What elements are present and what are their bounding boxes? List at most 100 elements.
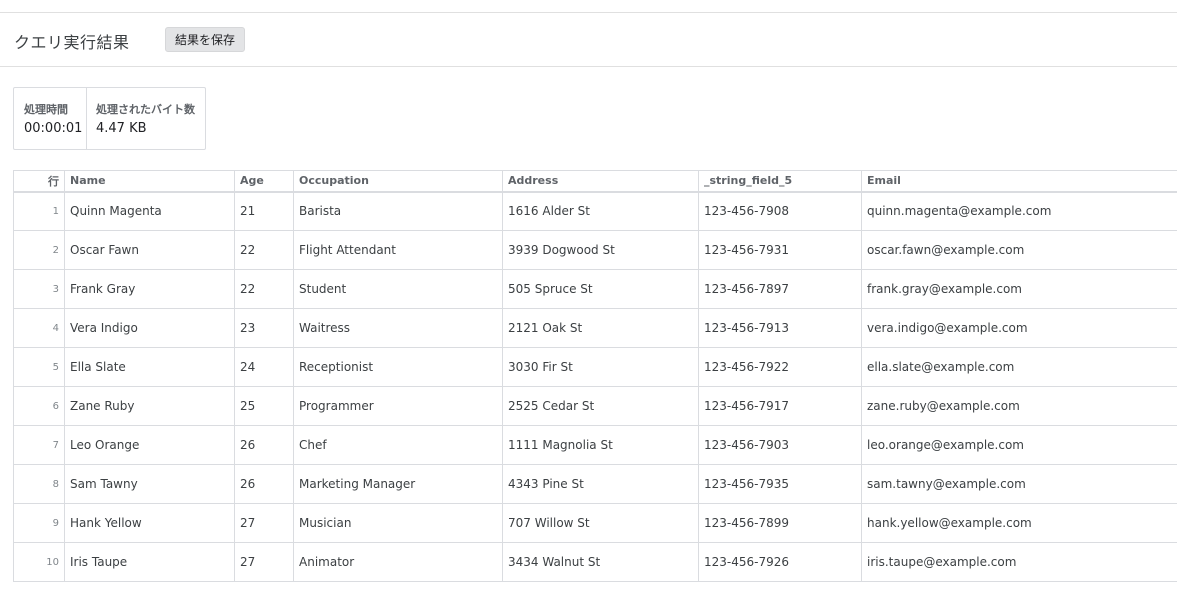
- column-header-name[interactable]: Name: [64, 170, 235, 193]
- occupation-cell: Waitress: [293, 308, 503, 348]
- row-number-cell: 9: [13, 503, 65, 543]
- name-cell: Zane Ruby: [64, 386, 235, 426]
- table-row[interactable]: 3 Frank Gray 22 Student 505 Spruce St 123-456…: [13, 269, 1177, 309]
- address-cell: 3434 Walnut St: [502, 542, 699, 582]
- elapsed-time-label: 処理時間: [24, 103, 68, 116]
- occupation-cell: Musician: [293, 503, 503, 543]
- column-header-string-field-5[interactable]: _string_field_5: [698, 170, 862, 193]
- bytes-processed-stat: 処理されたバイト数 4.47 KB: [86, 88, 205, 149]
- string-field-5-cell: 123-456-7917: [698, 386, 862, 426]
- table-row[interactable]: 6 Zane Ruby 25 Programmer 2525 Cedar St 123-4…: [13, 386, 1177, 426]
- email-cell: sam.tawny@example.com: [861, 464, 1177, 504]
- row-number-cell: 7: [13, 425, 65, 465]
- column-header-row-number[interactable]: 行: [13, 170, 65, 193]
- column-header-address[interactable]: Address: [502, 170, 699, 193]
- string-field-5-cell: 123-456-7903: [698, 425, 862, 465]
- job-stats-panel: 処理時間 00:00:01 処理されたバイト数 4.47 KB: [13, 87, 206, 150]
- email-cell: leo.orange@example.com: [861, 425, 1177, 465]
- table-row[interactable]: 7 Leo Orange 26 Chef 1111 Magnolia St 123-456…: [13, 425, 1177, 465]
- row-number-cell: 1: [13, 191, 65, 231]
- name-cell: Hank Yellow: [64, 503, 235, 543]
- page-title: クエリ実行結果: [14, 33, 130, 52]
- address-cell: 707 Willow St: [502, 503, 699, 543]
- table-row[interactable]: 5 Ella Slate 24 Receptionist 3030 Fir St 123-…: [13, 347, 1177, 387]
- age-cell: 22: [234, 269, 294, 309]
- age-cell: 26: [234, 464, 294, 504]
- name-cell: Ella Slate: [64, 347, 235, 387]
- age-cell: 25: [234, 386, 294, 426]
- email-cell: frank.gray@example.com: [861, 269, 1177, 309]
- table-row[interactable]: 10 Iris Taupe 27 Animator 3434 Walnut St 123-…: [13, 542, 1177, 582]
- occupation-cell: Animator: [293, 542, 503, 582]
- age-cell: 22: [234, 230, 294, 270]
- table-row[interactable]: 1 Quinn Magenta 21 Barista 1616 Alder St 123-…: [13, 191, 1177, 231]
- address-cell: 3030 Fir St: [502, 347, 699, 387]
- name-cell: Quinn Magenta: [64, 191, 235, 231]
- bytes-processed-label: 処理されたバイト数: [96, 103, 195, 116]
- address-cell: 2121 Oak St: [502, 308, 699, 348]
- string-field-5-cell: 123-456-7935: [698, 464, 862, 504]
- name-cell: Iris Taupe: [64, 542, 235, 582]
- address-cell: 505 Spruce St: [502, 269, 699, 309]
- row-number-cell: 2: [13, 230, 65, 270]
- table-row[interactable]: 8 Sam Tawny 26 Marketing Manager 4343 Pine S…: [13, 464, 1177, 504]
- email-cell: iris.taupe@example.com: [861, 542, 1177, 582]
- table-row[interactable]: 2 Oscar Fawn 22 Flight Attendant 3939 Dogwoo…: [13, 230, 1177, 270]
- address-cell: 1111 Magnolia St: [502, 425, 699, 465]
- occupation-cell: Flight Attendant: [293, 230, 503, 270]
- row-number-cell: 4: [13, 308, 65, 348]
- name-cell: Vera Indigo: [64, 308, 235, 348]
- address-cell: 4343 Pine St: [502, 464, 699, 504]
- address-cell: 1616 Alder St: [502, 191, 699, 231]
- table-header-row: 行 Name Age Occupation Address _string_fi…: [13, 170, 1177, 193]
- email-cell: quinn.magenta@example.com: [861, 191, 1177, 231]
- string-field-5-cell: 123-456-7908: [698, 191, 862, 231]
- string-field-5-cell: 123-456-7931: [698, 230, 862, 270]
- email-cell: hank.yellow@example.com: [861, 503, 1177, 543]
- occupation-cell: Programmer: [293, 386, 503, 426]
- name-cell: Sam Tawny: [64, 464, 235, 504]
- column-header-occupation[interactable]: Occupation: [293, 170, 503, 193]
- elapsed-time-stat: 処理時間 00:00:01: [14, 88, 87, 149]
- occupation-cell: Student: [293, 269, 503, 309]
- occupation-cell: Chef: [293, 425, 503, 465]
- string-field-5-cell: 123-456-7899: [698, 503, 862, 543]
- row-number-cell: 8: [13, 464, 65, 504]
- table-row[interactable]: 4 Vera Indigo 23 Waitress 2121 Oak St 123-456…: [13, 308, 1177, 348]
- email-cell: zane.ruby@example.com: [861, 386, 1177, 426]
- row-number-cell: 10: [13, 542, 65, 582]
- row-number-cell: 5: [13, 347, 65, 387]
- email-cell: ella.slate@example.com: [861, 347, 1177, 387]
- string-field-5-cell: 123-456-7913: [698, 308, 862, 348]
- age-cell: 21: [234, 191, 294, 231]
- results-table: 行 Name Age Occupation Address _string_fi…: [13, 170, 1177, 582]
- string-field-5-cell: 123-456-7926: [698, 542, 862, 582]
- results-header: クエリ実行結果 結果を保存: [0, 13, 1177, 67]
- occupation-cell: Receptionist: [293, 347, 503, 387]
- results-table-container: 行 Name Age Occupation Address _string_fi…: [13, 170, 1177, 582]
- name-cell: Oscar Fawn: [64, 230, 235, 270]
- email-cell: vera.indigo@example.com: [861, 308, 1177, 348]
- age-cell: 24: [234, 347, 294, 387]
- address-cell: 3939 Dogwood St: [502, 230, 699, 270]
- bytes-processed-value: 4.47 KB: [96, 121, 147, 136]
- column-header-email[interactable]: Email: [861, 170, 1177, 193]
- string-field-5-cell: 123-456-7922: [698, 347, 862, 387]
- row-number-cell: 3: [13, 269, 65, 309]
- occupation-cell: Barista: [293, 191, 503, 231]
- age-cell: 27: [234, 542, 294, 582]
- age-cell: 27: [234, 503, 294, 543]
- row-number-cell: 6: [13, 386, 65, 426]
- name-cell: Leo Orange: [64, 425, 235, 465]
- save-results-button[interactable]: 結果を保存: [165, 27, 245, 52]
- table-row[interactable]: 9 Hank Yellow 27 Musician 707 Willow St 123-4…: [13, 503, 1177, 543]
- column-header-age[interactable]: Age: [234, 170, 294, 193]
- address-cell: 2525 Cedar St: [502, 386, 699, 426]
- age-cell: 26: [234, 425, 294, 465]
- email-cell: oscar.fawn@example.com: [861, 230, 1177, 270]
- elapsed-time-value: 00:00:01: [24, 121, 83, 136]
- age-cell: 23: [234, 308, 294, 348]
- string-field-5-cell: 123-456-7897: [698, 269, 862, 309]
- name-cell: Frank Gray: [64, 269, 235, 309]
- occupation-cell: Marketing Manager: [293, 464, 503, 504]
